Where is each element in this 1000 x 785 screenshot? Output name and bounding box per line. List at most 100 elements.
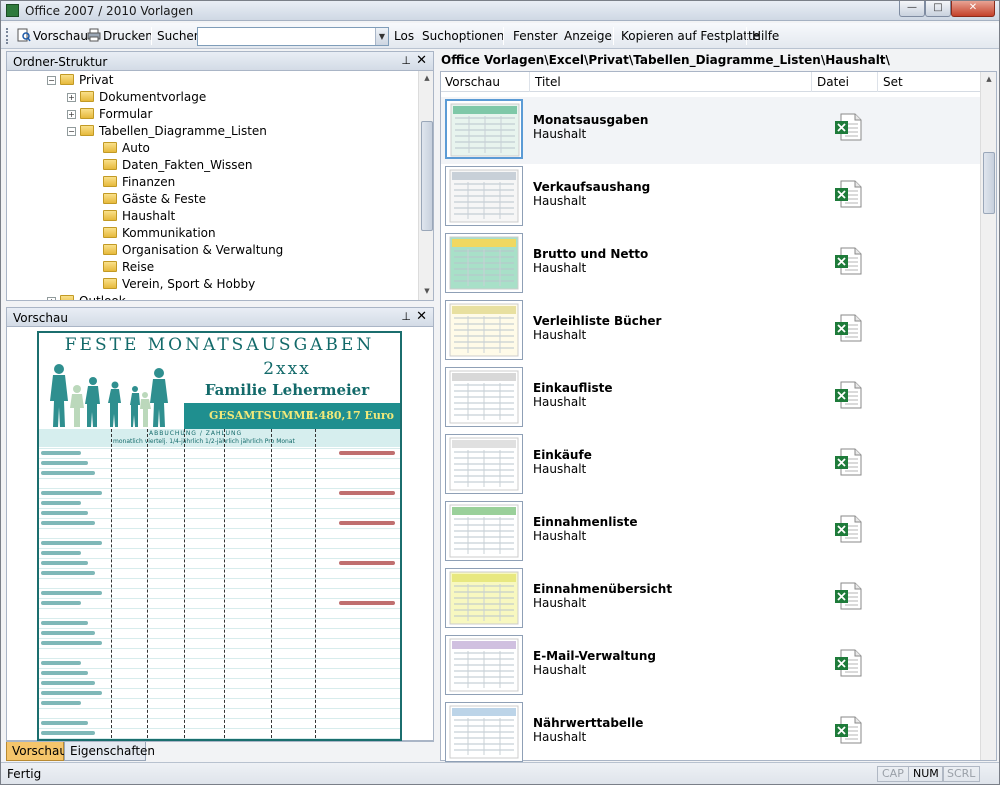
sheet-row-label-placeholder <box>41 671 88 675</box>
sheet-row-label-placeholder <box>41 491 102 495</box>
excel-file-icon[interactable] <box>833 514 863 544</box>
template-thumbnail[interactable] <box>445 233 523 293</box>
search-input[interactable]: ▼ <box>197 27 389 46</box>
list-item[interactable]: Brutto und Netto Haushalt <box>441 231 980 298</box>
breadcrumb: Office Vorlagen\Excel\Privat\Tabellen_Di… <box>441 53 890 67</box>
list-item[interactable]: Verleihliste Bücher Haushalt <box>441 298 980 365</box>
sheet-total-label: GESAMTSUMME: <box>209 409 318 422</box>
list-item[interactable]: E-Mail-Verwaltung Haushalt <box>441 633 980 700</box>
tree-item[interactable]: + Formular <box>67 106 152 123</box>
list-scrollbar[interactable]: ▲ <box>980 72 996 760</box>
column-file[interactable]: Datei <box>817 75 849 89</box>
list-item[interactable]: Einkaufliste Haushalt <box>441 365 980 432</box>
excel-file-icon[interactable] <box>833 380 863 410</box>
collapse-icon[interactable]: − <box>47 76 56 85</box>
folder-icon <box>103 244 117 255</box>
expand-icon[interactable]: + <box>47 297 56 300</box>
sheet-header-band: ABBUCHUNG / ZAHLUNG monatlich viertelj. … <box>39 429 400 447</box>
tree-item[interactable]: + Outlook <box>47 293 126 300</box>
list-item[interactable]: Einnahmenliste Haushalt <box>441 499 980 566</box>
tree-item[interactable]: Verein, Sport & Hobby <box>99 276 255 293</box>
tree-scrollbar[interactable]: ▲ ▼ <box>418 71 433 300</box>
scroll-thumb[interactable] <box>421 121 433 231</box>
status-bar: Fertig CAP NUM SCRL <box>1 762 999 784</box>
column-preview[interactable]: Vorschau <box>445 75 500 89</box>
collapse-icon[interactable]: − <box>67 127 76 136</box>
column-set[interactable]: Set <box>883 75 903 89</box>
toolbar-separator <box>151 27 152 45</box>
help-menu[interactable]: Hilfe <box>752 29 779 43</box>
excel-file-icon[interactable] <box>833 246 863 276</box>
item-category: Haushalt <box>533 462 587 476</box>
minimize-button[interactable]: — <box>899 1 925 17</box>
tree-item[interactable]: − Tabellen_Diagramme_Listen <box>67 123 267 140</box>
template-thumbnail[interactable] <box>445 702 523 762</box>
scroll-up-icon[interactable]: ▲ <box>419 71 433 85</box>
excel-file-icon[interactable] <box>833 581 863 611</box>
template-thumbnail[interactable] <box>445 501 523 561</box>
scroll-down-icon[interactable]: ▼ <box>419 284 433 298</box>
tree-item[interactable]: Daten_Fakten_Wissen <box>99 157 253 174</box>
sheet-row-label-placeholder <box>41 561 88 565</box>
close-icon[interactable]: ✕ <box>416 53 427 68</box>
template-thumbnail[interactable] <box>445 635 523 695</box>
preview-button[interactable]: Vorschau <box>33 29 88 43</box>
excel-file-icon[interactable] <box>833 648 863 678</box>
expand-icon[interactable]: + <box>67 110 76 119</box>
folder-icon <box>103 176 117 187</box>
excel-file-icon[interactable] <box>833 313 863 343</box>
copy-to-disk-button[interactable]: Kopieren auf Festplatte <box>621 29 760 43</box>
template-thumbnail[interactable] <box>445 367 523 427</box>
tree-item[interactable]: Gäste & Feste <box>99 191 206 208</box>
pin-icon[interactable]: ⊥ <box>401 310 411 323</box>
item-category: Haushalt <box>533 395 587 409</box>
excel-file-icon[interactable] <box>833 179 863 209</box>
view-menu[interactable]: Anzeige <box>564 29 612 43</box>
excel-file-icon[interactable] <box>833 112 863 142</box>
template-thumbnail[interactable] <box>445 434 523 494</box>
tree-item[interactable]: Auto <box>99 140 150 157</box>
tree-item[interactable]: Organisation & Verwaltung <box>99 242 283 259</box>
folder-icon <box>103 227 117 238</box>
preview-pane-title: Vorschau <box>13 311 68 325</box>
sheet-column-line <box>315 429 316 739</box>
template-thumbnail[interactable] <box>445 568 523 628</box>
list-item[interactable]: Einnahmenübersicht Haushalt <box>441 566 980 633</box>
go-button[interactable]: Los <box>394 29 414 43</box>
tab-properties[interactable]: Eigenschaften <box>64 742 155 761</box>
tree-item[interactable]: + Dokumentvorlage <box>67 89 206 106</box>
excel-file-icon[interactable] <box>833 447 863 477</box>
tree-item[interactable]: Finanzen <box>99 174 175 191</box>
column-title[interactable]: Titel <box>535 75 561 89</box>
sheet-row-label-placeholder <box>41 641 102 645</box>
close-icon[interactable]: ✕ <box>416 309 427 324</box>
item-category: Haushalt <box>533 194 587 208</box>
tree-item[interactable]: Haushalt <box>99 208 175 225</box>
preview-icon <box>17 28 31 42</box>
toolbar-grip[interactable] <box>6 28 9 44</box>
list-item[interactable]: Verkaufsaushang Haushalt <box>441 164 980 231</box>
chevron-down-icon[interactable]: ▼ <box>375 28 388 45</box>
tree-item-label: Gäste & Feste <box>122 192 206 206</box>
sheet-family-name: Familie Lehermeier <box>204 381 370 399</box>
excel-file-icon[interactable] <box>833 715 863 745</box>
scroll-thumb[interactable] <box>983 152 995 214</box>
tree-item[interactable]: Reise <box>99 259 154 276</box>
window-menu[interactable]: Fenster <box>513 29 558 43</box>
tab-preview[interactable]: Vorschau <box>6 742 67 761</box>
close-button[interactable]: ✕ <box>951 1 995 17</box>
template-thumbnail[interactable] <box>445 300 523 360</box>
print-button[interactable]: Drucken <box>103 29 153 43</box>
pin-icon[interactable]: ⊥ <box>401 54 411 67</box>
maximize-button[interactable]: □ <box>925 1 951 17</box>
scroll-up-icon[interactable]: ▲ <box>981 72 997 86</box>
list-item[interactable]: Einkäufe Haushalt <box>441 432 980 499</box>
list-item[interactable]: Monatsausgaben Haushalt <box>441 97 980 164</box>
template-thumbnail[interactable] <box>445 166 523 226</box>
list-item[interactable]: Nährwerttabelle Haushalt <box>441 700 980 767</box>
template-thumbnail[interactable] <box>445 99 523 159</box>
tree-item[interactable]: Kommunikation <box>99 225 216 242</box>
tree-item[interactable]: − Privat <box>47 72 113 89</box>
search-options-button[interactable]: Suchoptionen <box>422 29 504 43</box>
expand-icon[interactable]: + <box>67 93 76 102</box>
